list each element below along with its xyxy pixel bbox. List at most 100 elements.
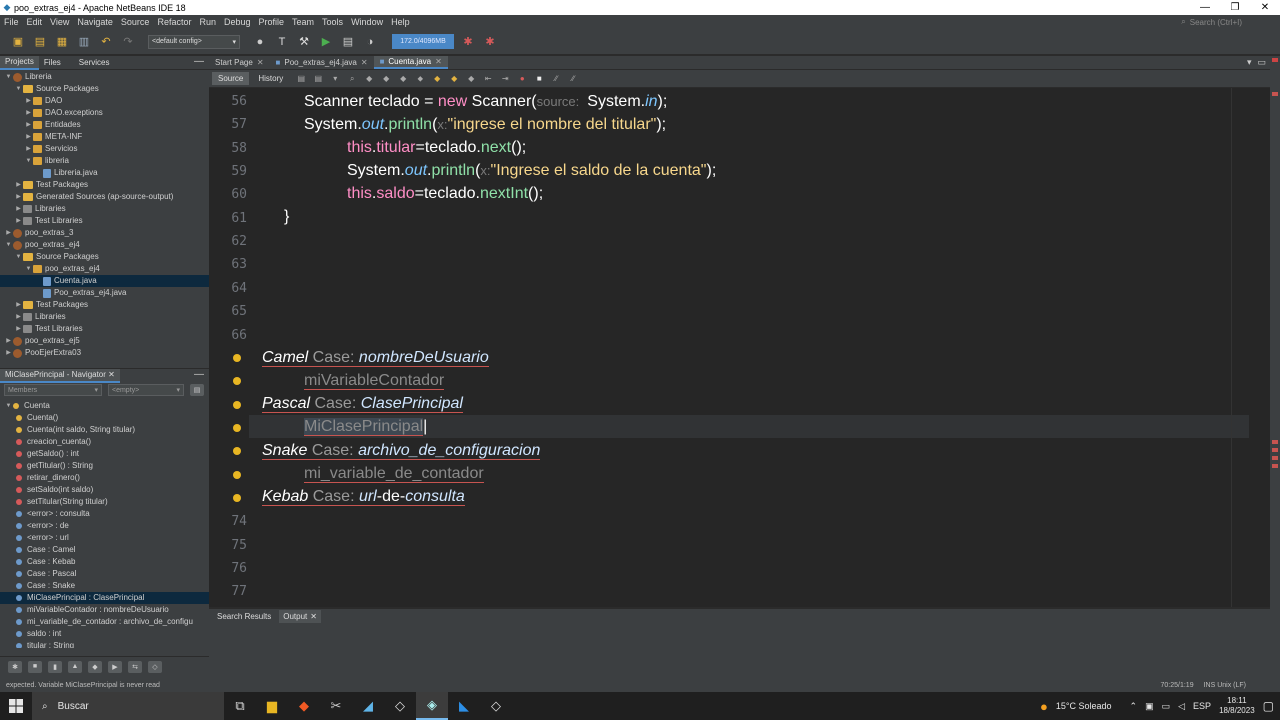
- toggle-bookmark-icon[interactable]: ◆: [466, 74, 476, 84]
- shift-right-icon[interactable]: ⇥: [500, 74, 510, 84]
- tree-item[interactable]: ▶ PooEjerExtra03: [0, 347, 209, 359]
- error-mark[interactable]: [1272, 92, 1278, 96]
- navigator-item[interactable]: <error> : de: [0, 520, 209, 532]
- expand-arrow-icon[interactable]: ▶: [24, 119, 33, 131]
- static-icon[interactable]: ▮: [48, 660, 62, 673]
- config-select[interactable]: <default config> ▾: [148, 34, 240, 49]
- collapse-arrow-icon[interactable]: ▼: [14, 251, 23, 263]
- back-icon[interactable]: ▤: [313, 74, 323, 84]
- hammer-icon[interactable]: T: [274, 34, 290, 50]
- navigator-item[interactable]: <error> : url: [0, 532, 209, 544]
- filter-icon[interactable]: ✱: [8, 660, 22, 673]
- netbeans-app-icon[interactable]: ◇: [384, 692, 416, 720]
- expand-arrow-icon[interactable]: ▶: [24, 107, 33, 119]
- lock-icon[interactable]: ▲: [68, 660, 82, 673]
- tab-files[interactable]: Files: [39, 56, 66, 70]
- minimize-panel-icon[interactable]: —: [194, 56, 204, 67]
- collapse-arrow-icon[interactable]: ▼: [4, 239, 13, 251]
- last-edit-icon[interactable]: ▤: [296, 74, 306, 84]
- tree-item[interactable]: ▶ DAO: [0, 95, 209, 107]
- navigator-item[interactable]: retirar_dinero(): [0, 472, 209, 484]
- navigator-item[interactable]: MiClasePrincipal : ClasePrincipal: [0, 592, 209, 604]
- next-bookmark-icon[interactable]: ◆: [449, 74, 459, 84]
- expand-arrow-icon[interactable]: ▶: [14, 179, 23, 191]
- error-mark[interactable]: [1272, 448, 1278, 452]
- tab-cuenta[interactable]: ■ Cuenta.java ✕: [373, 56, 448, 69]
- menu-debug[interactable]: Debug: [220, 17, 255, 27]
- navigator-item[interactable]: mi_variable_de_contador : archivo_de_con…: [0, 616, 209, 628]
- error-hint-bulb-icon[interactable]: [233, 493, 241, 502]
- quick-search[interactable]: ⌕ Search (Ctrl+I): [1181, 17, 1242, 27]
- navigator-item[interactable]: getSaldo() : int: [0, 448, 209, 460]
- undo-icon[interactable]: ↶: [98, 34, 114, 50]
- navigator-item[interactable]: setTitular(String titular): [0, 496, 209, 508]
- fields-icon[interactable]: ■: [28, 660, 42, 673]
- minimize-button[interactable]: —: [1190, 2, 1220, 13]
- menu-tools[interactable]: Tools: [318, 17, 347, 27]
- navigator-item[interactable]: setSaldo(int saldo): [0, 484, 209, 496]
- navigator-item[interactable]: saldo : int: [0, 628, 209, 640]
- clean-build-icon[interactable]: ⚒: [296, 34, 312, 50]
- expand-arrow-icon[interactable]: ▶: [24, 131, 33, 143]
- menu-profile[interactable]: Profile: [255, 17, 289, 27]
- expand-arrow-icon[interactable]: ▶: [14, 299, 23, 311]
- error-hint-bulb-icon[interactable]: [233, 400, 241, 409]
- menu-run[interactable]: Run: [195, 17, 220, 27]
- tree-item[interactable]: ▶ Test Libraries: [0, 215, 209, 227]
- tab-projects[interactable]: Projects: [0, 55, 39, 70]
- tree-item[interactable]: ▼ Source Packages: [0, 83, 209, 95]
- tree-item[interactable]: ▼ Source Packages: [0, 251, 209, 263]
- vscode-icon[interactable]: ◣: [448, 692, 480, 720]
- find-next-icon[interactable]: ◆: [381, 74, 391, 84]
- taskbar-search-input[interactable]: Buscar: [58, 701, 89, 712]
- error-summary-icon[interactable]: [1272, 58, 1278, 62]
- find-icon[interactable]: ⌕: [347, 74, 357, 84]
- debug-icon[interactable]: ▤: [340, 34, 356, 50]
- error-mark[interactable]: [1272, 456, 1278, 460]
- tree-item[interactable]: ▶ META-INF: [0, 131, 209, 143]
- find-sel-icon[interactable]: ◆: [398, 74, 408, 84]
- redo-icon[interactable]: ↷: [120, 34, 136, 50]
- uncomment-icon[interactable]: ∕∕: [568, 74, 578, 84]
- new-file-icon[interactable]: ▤: [32, 34, 48, 50]
- snipping-tool-icon[interactable]: ✂: [320, 692, 352, 720]
- code-editor[interactable]: 56 57 58 59 60 61 62 63 64 65 66 74 75 76 77 Scanner t…: [209, 88, 1270, 607]
- save-all-icon[interactable]: ▥: [76, 34, 92, 50]
- profile-icon[interactable]: ◑: [362, 34, 378, 50]
- navigator-item[interactable]: miVariableContador : nombreDeUsuario: [0, 604, 209, 616]
- search-input[interactable]: Search (Ctrl+I): [1190, 18, 1242, 27]
- error-mark[interactable]: [1272, 464, 1278, 468]
- expand-arrow-icon[interactable]: ▶: [24, 95, 33, 107]
- navigator-item[interactable]: creacion_cuenta(): [0, 436, 209, 448]
- navigator-item[interactable]: Cuenta(int saldo, String titular): [0, 424, 209, 436]
- clock[interactable]: 18:11 18/8/2023: [1219, 696, 1255, 716]
- code-area[interactable]: Scanner teclado = new Scanner(source: Sy…: [262, 88, 1222, 607]
- menu-refactor[interactable]: Refactor: [153, 17, 195, 27]
- menu-team[interactable]: Team: [288, 17, 318, 27]
- collapse-arrow-icon[interactable]: ▼: [24, 155, 33, 167]
- inherited-icon[interactable]: ▶: [108, 660, 122, 673]
- tab-services[interactable]: Services: [74, 56, 115, 70]
- tabs-dropdown-icon[interactable]: ▾: [1247, 57, 1252, 68]
- menu-navigate[interactable]: Navigate: [73, 17, 117, 27]
- tree-item[interactable]: ▶ DAO.exceptions: [0, 107, 209, 119]
- brave-browser-icon[interactable]: ◆: [288, 692, 320, 720]
- caret-position[interactable]: 70:25/1:19: [1161, 682, 1194, 689]
- close-icon[interactable]: ✕: [435, 57, 442, 66]
- empty-select[interactable]: <empty> ▾: [108, 384, 184, 396]
- menu-source[interactable]: Source: [117, 17, 154, 27]
- open-project-icon[interactable]: ▦: [54, 34, 70, 50]
- close-icon[interactable]: ✕: [361, 58, 368, 67]
- tree-item[interactable]: ▶ Libraries: [0, 311, 209, 323]
- close-button[interactable]: ✕: [1250, 2, 1280, 13]
- expand-arrow-icon[interactable]: ▶: [4, 347, 13, 359]
- prev-bookmark-icon[interactable]: ◆: [432, 74, 442, 84]
- tree-item[interactable]: ▶ Test Libraries: [0, 323, 209, 335]
- tray-app-icon[interactable]: ▣: [1145, 701, 1154, 712]
- error-hint-bulb-icon[interactable]: [233, 377, 241, 386]
- error-stripe[interactable]: [1270, 56, 1280, 678]
- menu-view[interactable]: View: [46, 17, 73, 27]
- collapse-arrow-icon[interactable]: ▼: [4, 71, 13, 83]
- tree-item[interactable]: Poo_extras_ej4.java: [0, 287, 209, 299]
- tree-item[interactable]: ▶ Entidades: [0, 119, 209, 131]
